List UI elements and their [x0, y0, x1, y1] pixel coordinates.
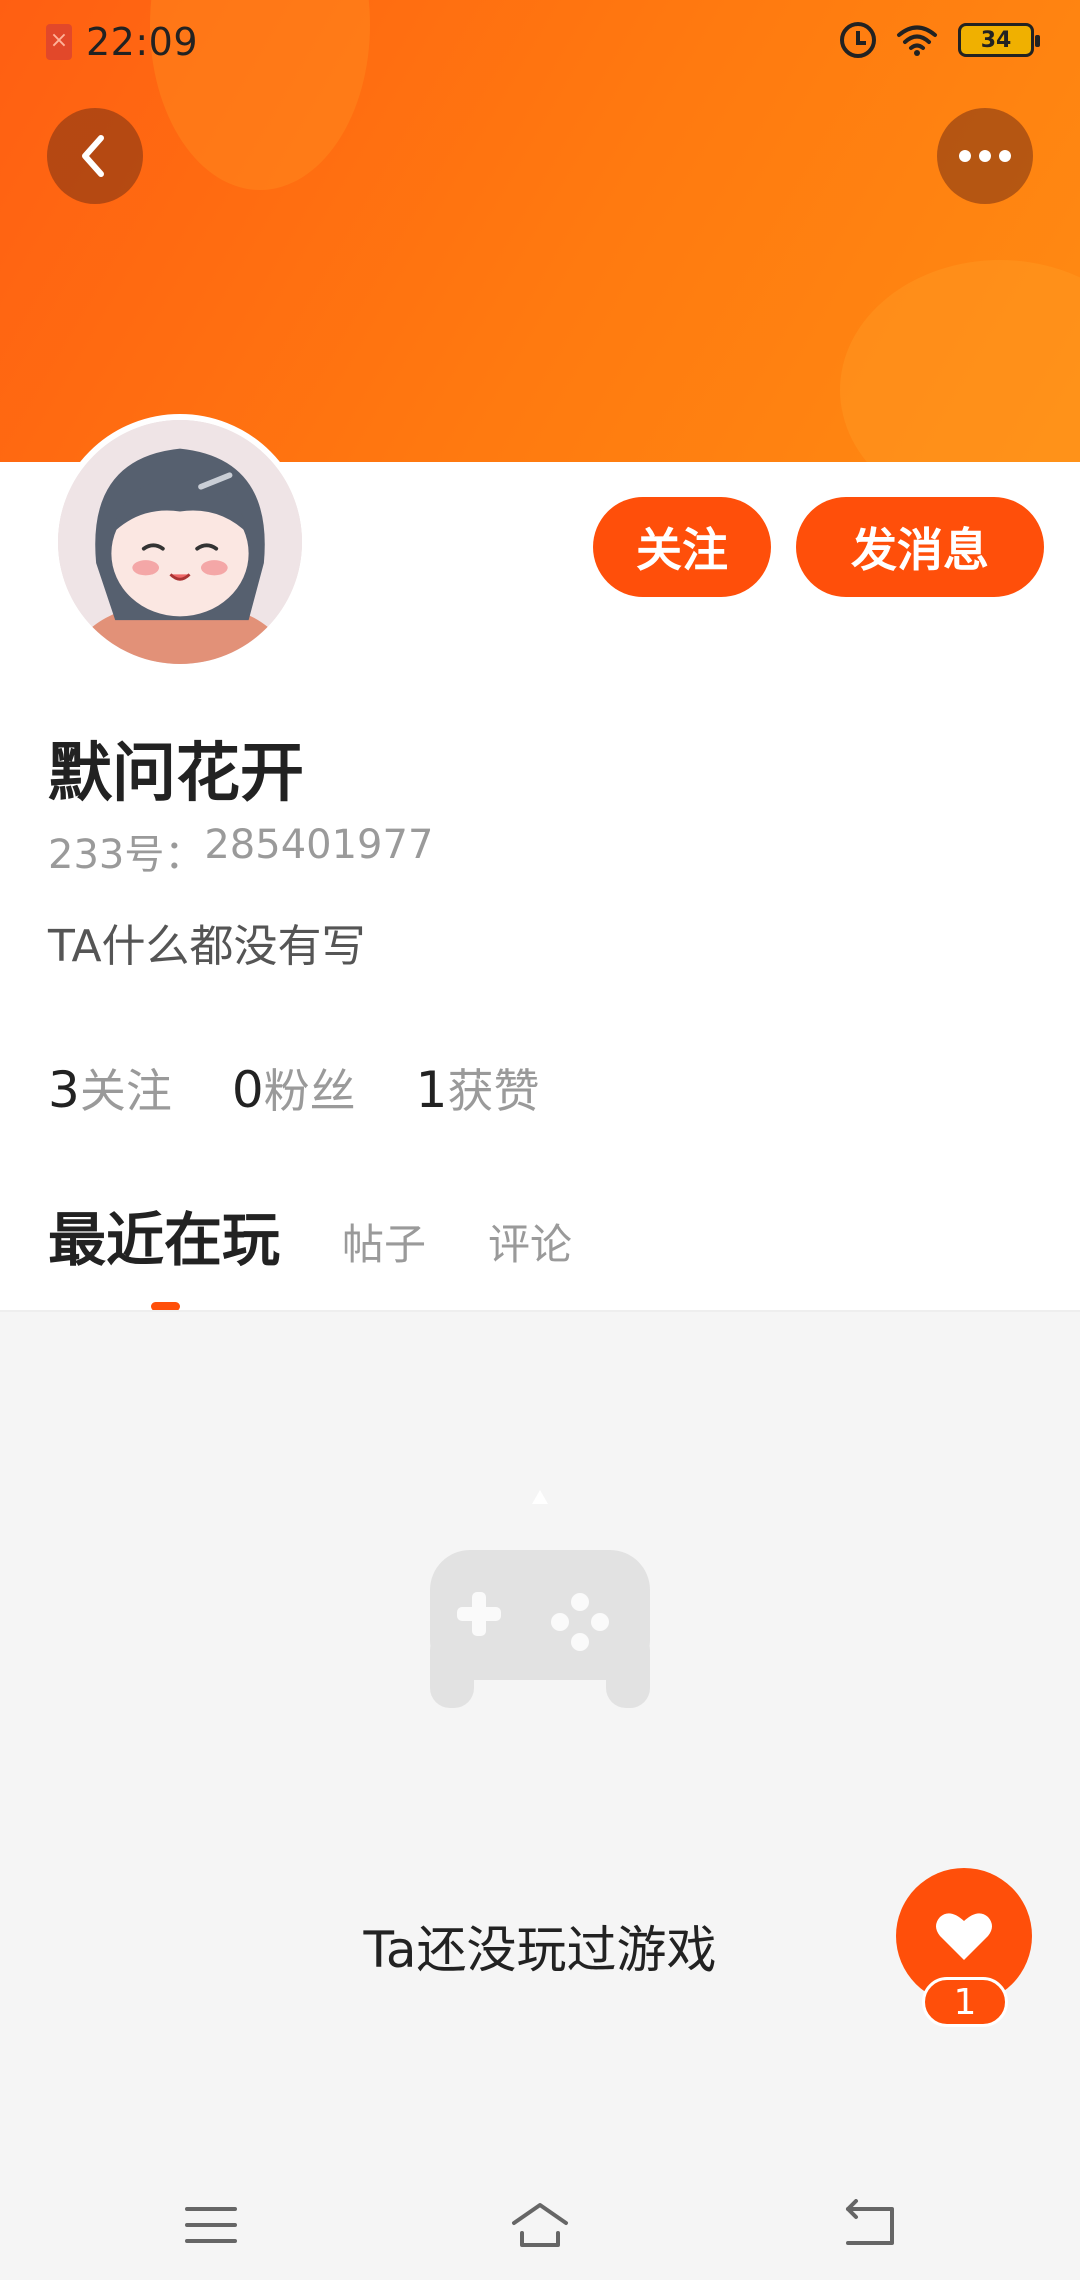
- stat-number: 0: [231, 1061, 264, 1119]
- home-button[interactable]: [500, 2190, 580, 2260]
- battery-level: 34: [980, 27, 1012, 53]
- user-id: 233号： 285401977: [48, 822, 433, 880]
- tab-comments[interactable]: 评论: [488, 1215, 572, 1275]
- user-id-label: 233号：: [48, 832, 205, 878]
- follow-button[interactable]: 关注: [593, 497, 771, 597]
- stat-following[interactable]: 3 关注: [48, 1055, 172, 1121]
- profile-page: 22:09 34: [0, 0, 1080, 2280]
- stat-number: 1: [415, 1061, 448, 1119]
- stat-likes[interactable]: 1 获赞: [416, 1055, 540, 1121]
- send-message-button[interactable]: 发消息: [796, 497, 1044, 597]
- status-right: 34: [840, 22, 1040, 58]
- gamepad-icon: [430, 1480, 650, 1740]
- stat-label: 获赞: [447, 1064, 540, 1118]
- sim-error-icon: [46, 24, 72, 60]
- more-button[interactable]: [937, 108, 1033, 204]
- username: 默问花开: [48, 737, 304, 811]
- wifi-icon: [896, 24, 938, 56]
- banner-decoration: [840, 260, 1080, 462]
- home-icon: [512, 2203, 568, 2247]
- stats-row: 3 关注 0 粉丝 1 获赞: [48, 1055, 539, 1121]
- avatar[interactable]: [52, 414, 308, 670]
- status-bar: 22:09 34: [0, 0, 1080, 84]
- battery-icon: 34: [958, 23, 1040, 57]
- stat-number: 3: [48, 1061, 80, 1119]
- back-icon: [846, 2199, 894, 2245]
- tab-posts[interactable]: 帖子: [342, 1215, 426, 1275]
- more-dots-icon: [959, 150, 1011, 162]
- alarm-icon: [840, 22, 876, 58]
- avatar-image: [58, 420, 302, 664]
- menu-button[interactable]: [171, 2190, 251, 2260]
- bio: TA什么都没有写: [48, 921, 366, 972]
- chevron-left-icon: [82, 135, 104, 177]
- system-nav-bar: [0, 2170, 1080, 2280]
- back-button[interactable]: [47, 108, 143, 204]
- like-count-badge: 1: [922, 1977, 1008, 2027]
- stat-label: 粉丝: [263, 1064, 356, 1118]
- status-left: 22:09: [46, 20, 198, 64]
- stat-label: 关注: [79, 1064, 172, 1118]
- back-nav-button[interactable]: [830, 2190, 910, 2260]
- user-id-value: 285401977: [204, 822, 434, 868]
- heart-icon: [936, 1913, 992, 1960]
- status-time: 22:09: [86, 20, 199, 64]
- stat-fans[interactable]: 0 粉丝: [232, 1055, 356, 1121]
- tab-recently-played[interactable]: 最近在玩: [48, 1205, 280, 1275]
- menu-icon: [185, 2207, 237, 2243]
- tab-bar: 最近在玩 帖子 评论: [48, 1205, 572, 1275]
